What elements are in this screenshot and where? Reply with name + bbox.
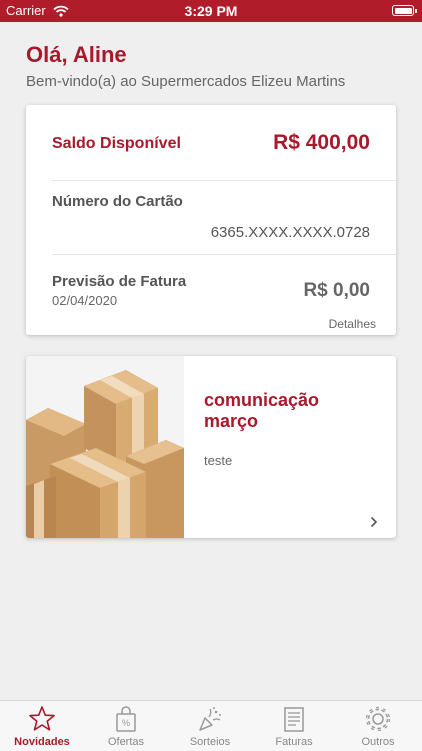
invoice-date: 02/04/2020 [52, 293, 118, 308]
greeting-title: Olá, Aline [26, 42, 127, 67]
tab-label: Outros [361, 736, 395, 748]
details-link[interactable]: Detalhes [329, 317, 376, 331]
tab-ofertas[interactable]: % Ofertas [84, 701, 168, 751]
divider [52, 180, 396, 181]
promo-text: teste [204, 453, 233, 468]
tab-faturas[interactable]: Faturas [252, 701, 336, 751]
invoice-value: R$ 0,00 [303, 280, 370, 301]
tab-novidades[interactable]: Novidades [0, 701, 84, 751]
invoice-forecast-label: Previsão de Fatura [52, 273, 187, 290]
star-icon [29, 706, 55, 731]
card-number-value: 6365.XXXX.XXXX.0728 [210, 224, 370, 241]
tab-bar: Novidades % Ofertas Sorteios Faturas Out… [0, 700, 422, 751]
gear-icon [365, 706, 391, 732]
svg-text:%: % [122, 718, 130, 728]
invoice-icon [284, 707, 304, 732]
promo-title: comunicação março [204, 390, 320, 431]
promo-card[interactable]: comunicação março teste [26, 356, 396, 538]
tab-label: Novidades [14, 736, 70, 748]
divider [52, 254, 396, 255]
balance-label: Saldo Disponível [52, 135, 181, 152]
offers-bag-icon: % [116, 706, 136, 732]
card-number-label: Número do Cartão [52, 193, 183, 210]
boxes-image [26, 356, 184, 538]
tab-label: Ofertas [107, 736, 145, 748]
chevron-right-icon[interactable] [370, 515, 378, 533]
tab-label: Sorteios [189, 736, 231, 748]
welcome-subtitle: Bem-vindo(a) ao Supermercados Elizeu Mar… [26, 73, 346, 90]
tab-label: Faturas [275, 736, 313, 748]
tab-sorteios[interactable]: Sorteios [168, 701, 252, 751]
status-bar: Carrier 3:29 PM [0, 0, 422, 22]
clock: 3:29 PM [184, 3, 238, 19]
balance-card: Saldo Disponível R$ 400,00 Número do Car… [26, 105, 396, 335]
battery-icon [392, 5, 417, 16]
tab-outros[interactable]: Outros [336, 701, 420, 751]
confetti-icon [199, 707, 221, 731]
balance-value: R$ 400,00 [273, 131, 370, 154]
